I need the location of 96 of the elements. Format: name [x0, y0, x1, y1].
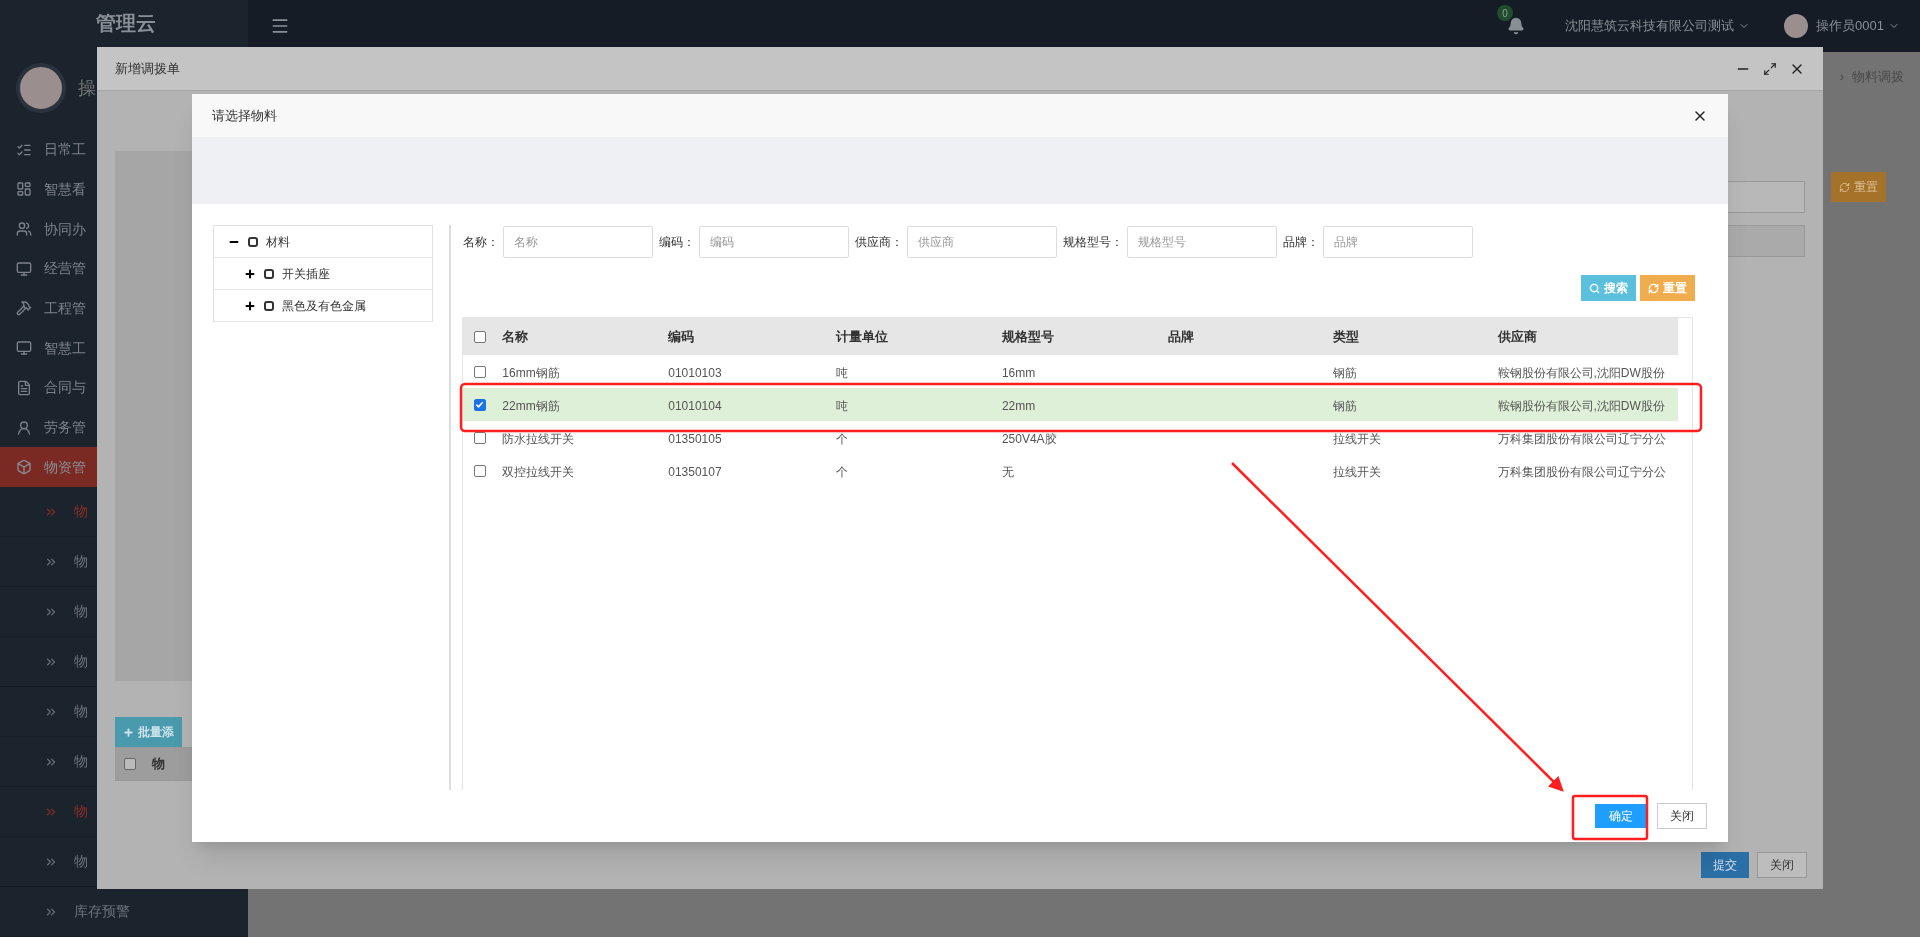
table-cell: 吨 [836, 398, 849, 413]
table-cell: 01350105 [668, 431, 722, 446]
notification-badge: 0 [1497, 5, 1514, 21]
document-icon [16, 379, 32, 396]
user-name: 操 [78, 76, 96, 100]
table-cell: 01010103 [668, 365, 722, 380]
refresh-icon [1648, 282, 1659, 294]
table-cell: 个 [836, 464, 849, 479]
column-header: 名称 [501, 327, 530, 346]
checkbox[interactable] [124, 758, 136, 770]
filter-field[interactable]: 供应商 [907, 226, 1057, 258]
row-checkbox[interactable] [473, 365, 486, 378]
column-header: 编码 [667, 327, 696, 346]
user-dropdown[interactable]: 操作员0001 [1816, 16, 1900, 36]
table-cell: 16mm [1001, 365, 1036, 380]
filter-field[interactable]: 名称 [503, 226, 653, 258]
dialog-title: 请选择物料 [212, 106, 277, 125]
batch-add-button[interactable]: 批量添 [115, 717, 182, 747]
dashboard-icon [16, 181, 32, 198]
filter-label: 供应商： [855, 234, 903, 251]
table-cell: 250V4A胶 [1001, 431, 1057, 446]
hammer-icon [16, 300, 32, 317]
table-cell: 防水拉线开关 [502, 431, 575, 446]
table-cell: 钢筋 [1332, 398, 1357, 413]
tree-checkbox[interactable] [264, 300, 274, 311]
expand-icon[interactable] [244, 299, 256, 312]
checkbox[interactable] [473, 330, 486, 343]
table-cell: 01350107 [668, 464, 722, 479]
table-cell: 吨 [836, 365, 849, 380]
column-header: 计量单位 [835, 327, 890, 346]
close-button[interactable]: 关闭 [1757, 852, 1807, 878]
table-cell: 无 [1001, 464, 1014, 479]
users-icon [16, 221, 32, 238]
tree-item[interactable]: 材料 [266, 232, 290, 251]
table-cell: 个 [836, 431, 849, 446]
tree-checkbox[interactable] [248, 236, 258, 247]
expand-icon[interactable] [244, 267, 256, 280]
table-cell: 01010104 [668, 398, 722, 413]
reset-button[interactable]: 重置 [1831, 172, 1886, 202]
refresh-icon [1839, 181, 1850, 193]
table-cell: 鞍钢股份有限公司,沈阳DW股份 [1497, 398, 1665, 413]
sidebar-item[interactable]: 智慧工 [0, 328, 248, 368]
filter-field[interactable]: 编码 [699, 226, 849, 258]
filter-field[interactable]: 规格型号 [1127, 226, 1277, 258]
maximize-icon[interactable] [1763, 61, 1777, 76]
table-cell: 22mm [1001, 398, 1036, 413]
row-checkbox[interactable] [473, 398, 486, 411]
table-cell: 万科集团股份有限公司辽宁分公 [1497, 464, 1666, 479]
bell-icon[interactable] [1507, 17, 1526, 35]
avatar [16, 63, 66, 114]
sidebar-item[interactable]: 工程管 [0, 288, 248, 329]
table-cell: 拉线开关 [1332, 464, 1381, 479]
check-icon [475, 400, 485, 409]
table-cell: 万科集团股份有限公司辽宁分公 [1497, 431, 1666, 446]
company-dropdown[interactable]: 沈阳慧筑云科技有限公司测试 [1565, 16, 1751, 36]
monitor-icon [16, 260, 32, 277]
table-cell: 双控拉线开关 [502, 464, 575, 479]
dialog-title: 新增调拨单 [115, 59, 180, 78]
avatar [1784, 14, 1809, 38]
tree-checkbox[interactable] [264, 268, 274, 279]
column-header: 品牌 [1166, 327, 1195, 346]
column-header: 物 [152, 755, 165, 774]
tree-item[interactable]: 开关插座 [282, 264, 330, 283]
sidebar-item[interactable]: 劳务管 [0, 407, 248, 448]
table-cell: 钢筋 [1332, 365, 1357, 380]
plus-icon [123, 726, 134, 738]
filter-label: 品牌： [1283, 234, 1319, 251]
sidebar-item[interactable]: 经营管 [0, 248, 248, 289]
logo: 管理云 [96, 11, 156, 37]
search-icon [1589, 282, 1600, 294]
table-cell: 22mm钢筋 [502, 398, 560, 413]
filter-field[interactable]: 品牌 [1323, 226, 1473, 258]
close-button[interactable]: 关闭 [1657, 803, 1707, 829]
row-checkbox[interactable] [473, 464, 486, 477]
column-header: 供应商 [1496, 327, 1538, 346]
table-cell: 拉线开关 [1332, 431, 1381, 446]
filter-label: 规格型号： [1063, 234, 1123, 251]
filter-label: 编码： [659, 234, 695, 251]
sidebar-item[interactable]: 协同办 [0, 209, 248, 249]
submit-button[interactable]: 提交 [1701, 852, 1749, 878]
monitor-icon [16, 340, 32, 357]
person-icon [16, 419, 32, 436]
sidebar-item[interactable]: 智慧看 [0, 169, 248, 210]
confirm-button[interactable]: 确定 [1595, 804, 1647, 828]
column-header: 类型 [1331, 327, 1360, 346]
column-header: 规格型号 [1000, 327, 1055, 346]
filter-label: 名称： [463, 234, 499, 251]
sidebar-item[interactable]: 合同与 [0, 368, 248, 408]
table-cell: 鞍钢股份有限公司,沈阳DW股份 [1497, 365, 1665, 380]
table-cell: 16mm钢筋 [502, 365, 560, 380]
breadcrumb-separator: › [1839, 68, 1844, 87]
tree-item[interactable]: 黑色及有色金属 [282, 296, 366, 315]
sidebar-item[interactable]: 日常工 [0, 129, 248, 170]
menu-icon[interactable] [270, 16, 290, 36]
box-icon [16, 459, 32, 476]
table-row[interactable]: 22mm钢筋 01010104 吨 22mm 钢筋 鞍钢股份有限公司,沈阳DW股份 [463, 388, 1678, 421]
